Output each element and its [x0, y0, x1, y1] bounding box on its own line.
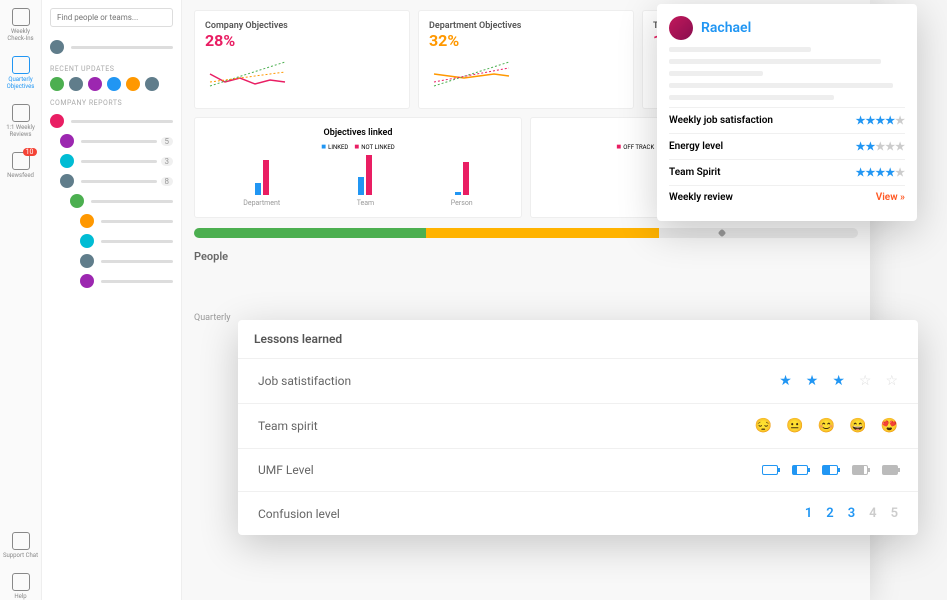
nav-weekly-reviews[interactable]: 1:1 Weekly Reviews: [3, 104, 39, 138]
lessons-title: Lessons learned: [238, 320, 918, 358]
stat-team-spirit: Team Spirit★★★★★: [669, 159, 905, 185]
emoji-rating-input[interactable]: 😔😐😊😄😍: [755, 418, 898, 434]
people-heading: People: [194, 250, 858, 263]
lesson-row-job-satisfaction: Job satistifaction ★★★☆☆: [238, 358, 918, 403]
section-recent-updates: RECENT UPDATES: [50, 65, 173, 73]
chat-icon: [12, 532, 30, 550]
battery-icon: [762, 465, 778, 475]
battery-icon: [852, 465, 868, 475]
stat-energy-level: Energy level★★★★★: [669, 133, 905, 159]
tree-item[interactable]: 5: [50, 131, 173, 151]
review-icon: [12, 104, 30, 122]
bell-icon: [12, 152, 30, 170]
calendar-icon: [12, 8, 30, 26]
card-department-objectives[interactable]: Department Objectives 32%: [418, 10, 634, 109]
target-icon: [12, 56, 30, 74]
user-popover: Rachael Weekly job satisfaction★★★★★ Ene…: [657, 4, 917, 221]
lesson-row-confusion-level: Confusion level 12345: [238, 491, 918, 535]
stat-job-satisfaction: Weekly job satisfaction★★★★★: [669, 107, 905, 133]
tree-item[interactable]: [50, 211, 173, 231]
tree-item[interactable]: [50, 231, 173, 251]
nav-weekly-checkins[interactable]: Weekly Check-Ins: [3, 8, 39, 42]
help-icon: [12, 573, 30, 591]
nav-support-chat[interactable]: Support Chat: [3, 532, 39, 559]
diamond-marker-icon: [718, 229, 726, 237]
star-rating: ★★★★★: [856, 140, 905, 153]
sparkline-icon: [205, 54, 305, 94]
lessons-learned-panel: Lessons learned Job satistifaction ★★★☆☆…: [238, 320, 918, 535]
lesson-row-team-spirit: Team spirit 😔😐😊😄😍: [238, 403, 918, 448]
battery-icon: [822, 465, 838, 475]
sidebar: RECENT UPDATES COMPANY REPORTS 5 3 8: [42, 0, 182, 600]
tree-item[interactable]: [50, 271, 173, 291]
sidebar-user-row[interactable]: [50, 37, 173, 57]
search-input[interactable]: [50, 8, 173, 27]
battery-icon: [882, 465, 898, 475]
legend: LINKEDNOT LINKED: [205, 142, 511, 151]
number-rating-input[interactable]: 12345: [805, 506, 898, 521]
nav-quarterly-objectives[interactable]: Quarterly Objectives: [3, 56, 39, 90]
tree-item[interactable]: [50, 251, 173, 271]
star-rating: ★★★★★: [856, 166, 905, 179]
view-link[interactable]: View »: [876, 192, 905, 203]
popover-user-name[interactable]: Rachael: [701, 20, 751, 36]
progress-bar[interactable]: [194, 228, 858, 238]
battery-rating-input[interactable]: [762, 465, 898, 475]
nav-newsfeed[interactable]: Newsfeed: [3, 152, 39, 179]
nav-help[interactable]: Help: [3, 573, 39, 600]
report-objectives-linked: Objectives linked LINKEDNOT LINKED Depar…: [194, 117, 522, 218]
tree-item[interactable]: 8: [50, 171, 173, 191]
stat-weekly-review: Weekly reviewView »: [669, 185, 905, 209]
tree-item[interactable]: [50, 191, 173, 211]
lesson-row-umf-level: UMF Level: [238, 448, 918, 491]
avatar: [669, 16, 693, 40]
star-rating-input[interactable]: ★★★☆☆: [779, 373, 898, 389]
tree-item[interactable]: 3: [50, 151, 173, 171]
battery-icon: [792, 465, 808, 475]
sparkline-icon: [429, 54, 529, 94]
tree-item[interactable]: [50, 111, 173, 131]
star-rating: ★★★★★: [856, 114, 905, 127]
card-company-objectives[interactable]: Company Objectives 28%: [194, 10, 410, 109]
section-company-reports: COMPANY REPORTS: [50, 99, 173, 107]
nav-rail: Weekly Check-Ins Quarterly Objectives 1:…: [0, 0, 42, 600]
recent-updates-avatars[interactable]: [50, 77, 173, 91]
bar-chart: Department Team Person: [205, 157, 511, 207]
